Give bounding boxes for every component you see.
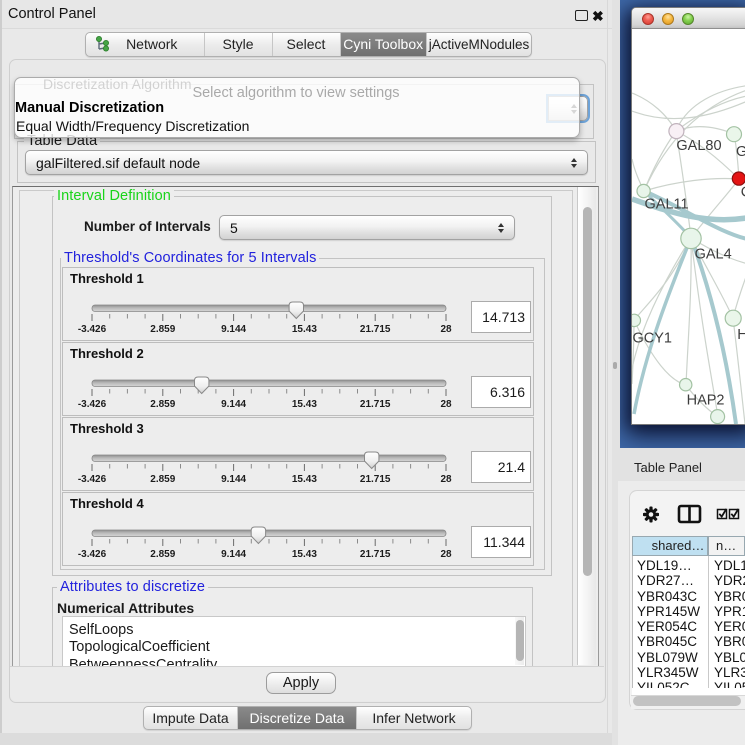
svg-text:CDC1: CDC1 [741, 184, 745, 200]
svg-text:HAP2: HAP2 [687, 393, 725, 409]
svg-text:9.144: 9.144 [221, 549, 246, 560]
svg-text:2.859: 2.859 [150, 474, 175, 485]
svg-text:2.859: 2.859 [150, 324, 175, 335]
svg-text:HAP4: HAP4 [737, 327, 745, 343]
svg-text:-3.426: -3.426 [78, 474, 107, 485]
svg-text:15.43: 15.43 [292, 474, 317, 485]
svg-text:GAL3: GAL3 [736, 144, 745, 160]
svg-text:15.43: 15.43 [292, 549, 317, 560]
svg-text:28: 28 [440, 324, 452, 335]
svg-text:15.43: 15.43 [292, 324, 317, 335]
svg-text:21.715: 21.715 [360, 399, 391, 410]
svg-text:GCY1: GCY1 [633, 331, 673, 347]
svg-text:-3.426: -3.426 [78, 399, 107, 410]
svg-text:28: 28 [440, 399, 452, 410]
svg-text:15.43: 15.43 [292, 399, 317, 410]
svg-text:21.715: 21.715 [360, 474, 391, 485]
svg-text:-3.426: -3.426 [78, 324, 107, 335]
svg-text:9.144: 9.144 [221, 324, 246, 335]
svg-text:2.859: 2.859 [150, 399, 175, 410]
svg-text:28: 28 [440, 474, 452, 485]
svg-text:28: 28 [440, 549, 452, 560]
svg-text:GAL80: GAL80 [676, 138, 721, 154]
svg-text:GAL4: GAL4 [695, 246, 732, 262]
svg-text:9.144: 9.144 [221, 399, 246, 410]
svg-text:-3.426: -3.426 [78, 549, 107, 560]
svg-text:21.715: 21.715 [360, 549, 391, 560]
svg-text:GAL11: GAL11 [645, 196, 689, 212]
svg-text:21.715: 21.715 [360, 324, 391, 335]
svg-text:9.144: 9.144 [221, 474, 246, 485]
svg-text:2.859: 2.859 [150, 549, 175, 560]
